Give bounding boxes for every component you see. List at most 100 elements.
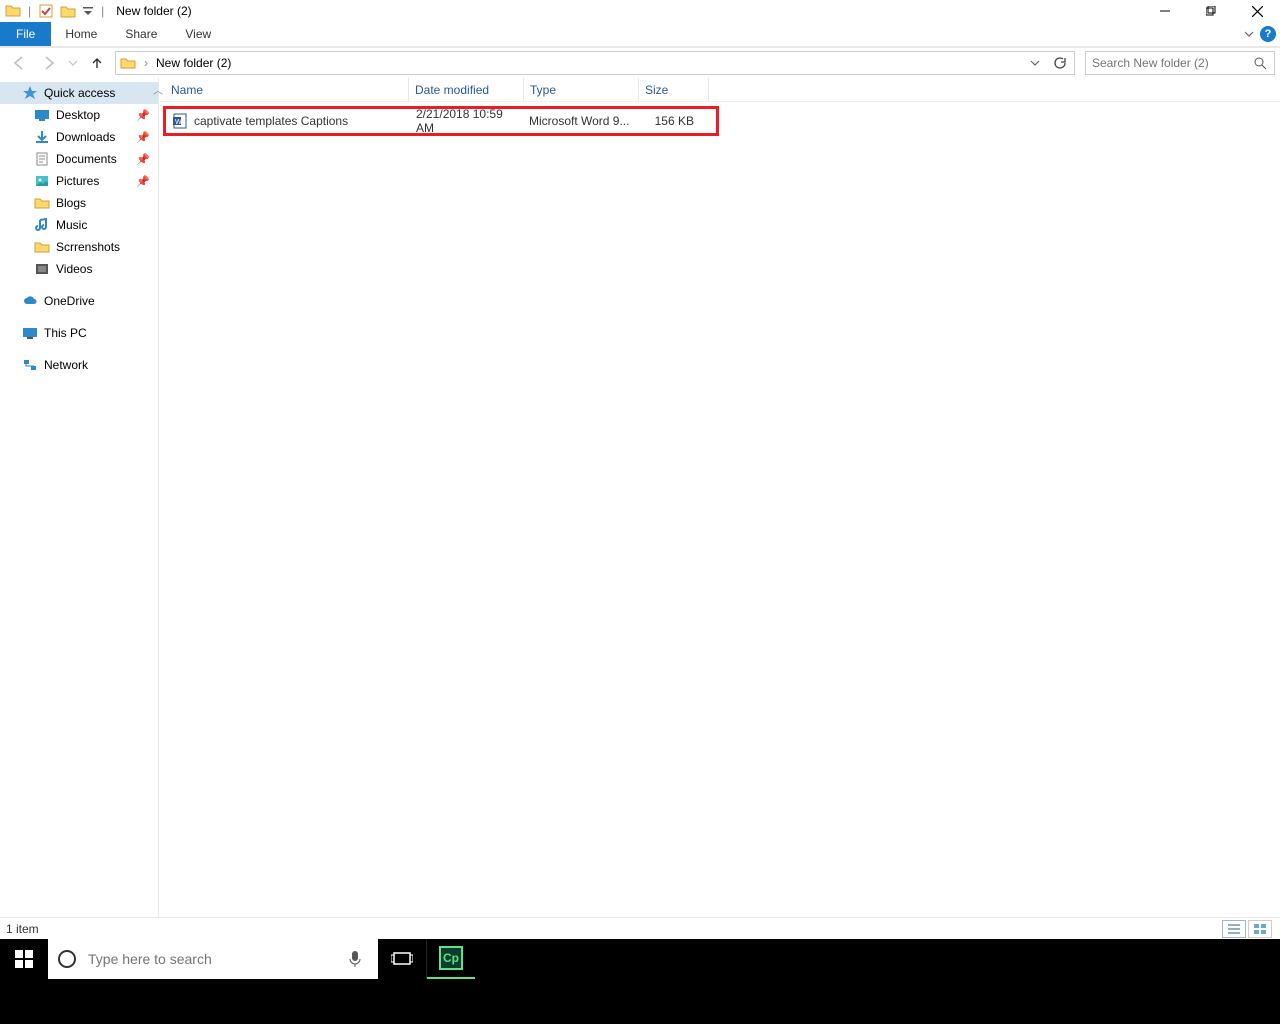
- quick-access-toolbar: | |: [0, 0, 108, 21]
- desktop-icon: [34, 107, 50, 123]
- column-size[interactable]: Size: [639, 78, 709, 101]
- ribbon: File Home Share View ?: [0, 22, 1280, 46]
- column-headers: Name Date modified Type Size: [159, 78, 1280, 102]
- help-icon[interactable]: ?: [1260, 26, 1276, 42]
- breadcrumb-current[interactable]: New folder (2): [152, 56, 235, 70]
- taskbar-app-captivate[interactable]: Cp: [427, 939, 475, 979]
- navigation-pane: ︿ Quick access Desktop 📌 Downloads 📌 Doc…: [0, 78, 159, 917]
- minimize-button[interactable]: [1142, 0, 1188, 22]
- share-tab[interactable]: Share: [111, 22, 171, 46]
- sidebar-item-label: Desktop: [56, 108, 136, 122]
- sidebar-item-downloads[interactable]: Downloads 📌: [0, 126, 158, 148]
- qat-customize-icon[interactable]: [81, 2, 95, 20]
- file-tab[interactable]: File: [0, 22, 51, 46]
- captivate-icon: Cp: [439, 946, 463, 970]
- folder-icon: [34, 239, 50, 255]
- sidebar-item-pictures[interactable]: Pictures 📌: [0, 170, 158, 192]
- sidebar-quick-access[interactable]: Quick access: [0, 82, 158, 104]
- network-icon: [22, 357, 38, 373]
- back-button[interactable]: [5, 50, 33, 76]
- sidebar-item-label: Music: [56, 218, 158, 232]
- documents-icon: [34, 151, 50, 167]
- sidebar-item-label: OneDrive: [44, 294, 158, 308]
- sidebar-item-desktop[interactable]: Desktop 📌: [0, 104, 158, 126]
- taskbar-search-input[interactable]: [86, 950, 348, 968]
- new-folder-qat-icon[interactable]: [59, 2, 77, 20]
- pin-icon: 📌: [136, 131, 150, 144]
- navigation-bar: › New folder (2): [0, 48, 1280, 78]
- chevron-right-icon[interactable]: ›: [140, 56, 152, 70]
- search-input[interactable]: [1086, 56, 1253, 70]
- folder-icon: [34, 195, 50, 211]
- sidebar-item-documents[interactable]: Documents 📌: [0, 148, 158, 170]
- column-type[interactable]: Type: [524, 78, 639, 101]
- folder-icon: [120, 55, 136, 71]
- search-icon[interactable]: [1253, 56, 1274, 70]
- sidebar-onedrive[interactable]: OneDrive: [0, 290, 158, 312]
- refresh-button[interactable]: [1052, 56, 1074, 70]
- sidebar-item-label: Videos: [56, 262, 158, 276]
- folder-icon: [4, 2, 22, 20]
- file-type: Microsoft Word 9...: [523, 114, 636, 128]
- file-list-area: Name Date modified Type Size W captivate…: [159, 78, 1280, 917]
- collapse-nav-icon[interactable]: ︿: [148, 82, 168, 97]
- sidebar-item-label: Blogs: [56, 196, 158, 210]
- sidebar-this-pc[interactable]: This PC: [0, 322, 158, 344]
- expand-ribbon-icon[interactable]: [1240, 29, 1258, 39]
- up-button[interactable]: [83, 50, 111, 76]
- sidebar-item-videos[interactable]: Videos: [0, 258, 158, 280]
- pin-icon: 📌: [136, 109, 150, 122]
- sidebar-item-blogs[interactable]: Blogs: [0, 192, 158, 214]
- video-icon: [34, 261, 50, 277]
- sidebar-item-label: Scrrenshots: [56, 240, 158, 254]
- window-title: New folder (2): [116, 4, 191, 18]
- separator: |: [24, 4, 35, 18]
- forward-button[interactable]: [35, 50, 63, 76]
- sidebar-network[interactable]: Network: [0, 354, 158, 376]
- file-date: 2/21/2018 10:59 AM: [410, 107, 523, 135]
- sidebar-item-label: Downloads: [56, 130, 136, 144]
- sidebar-item-label: Documents: [56, 152, 136, 166]
- column-name[interactable]: Name: [159, 78, 409, 101]
- sidebar-item-label: Pictures: [56, 174, 136, 188]
- home-tab[interactable]: Home: [51, 22, 111, 46]
- close-button[interactable]: [1234, 0, 1280, 22]
- item-count: 1 item: [6, 922, 39, 936]
- start-button[interactable]: [0, 939, 48, 979]
- file-name: captivate templates Captions: [194, 114, 348, 128]
- large-icons-view-button[interactable]: [1248, 920, 1272, 938]
- pin-icon: 📌: [136, 175, 150, 188]
- taskbar-search[interactable]: [48, 939, 378, 979]
- history-dropdown-button[interactable]: [1030, 58, 1052, 68]
- sidebar-item-label: Network: [44, 358, 158, 372]
- properties-icon[interactable]: [37, 2, 55, 20]
- view-tab[interactable]: View: [171, 22, 225, 46]
- column-date[interactable]: Date modified: [409, 78, 524, 101]
- sidebar-item-screenshots[interactable]: Scrrenshots: [0, 236, 158, 258]
- sidebar-item-label: Quick access: [44, 86, 158, 100]
- file-size: 156 KB: [636, 114, 700, 128]
- title-bar: | | New folder (2): [0, 0, 1280, 22]
- svg-text:W: W: [175, 119, 182, 126]
- annotation-highlight: W captivate templates Captions 2/21/2018…: [163, 106, 719, 136]
- star-icon: [22, 85, 38, 101]
- music-icon: [34, 217, 50, 233]
- task-view-button[interactable]: [378, 939, 426, 979]
- cloud-icon: [22, 293, 38, 309]
- address-bar[interactable]: › New folder (2): [115, 51, 1075, 75]
- word-doc-icon: W: [172, 113, 188, 129]
- maximize-button[interactable]: [1188, 0, 1234, 22]
- pictures-icon: [34, 173, 50, 189]
- sidebar-item-music[interactable]: Music: [0, 214, 158, 236]
- download-icon: [34, 129, 50, 145]
- taskbar: Cp: [0, 939, 1280, 1024]
- mic-icon[interactable]: [348, 950, 378, 968]
- recent-locations-button[interactable]: [65, 50, 81, 76]
- search-box[interactable]: [1085, 51, 1275, 75]
- status-bar: 1 item: [0, 917, 1280, 939]
- pin-icon: 📌: [136, 153, 150, 166]
- separator: |: [97, 4, 108, 18]
- file-row[interactable]: W captivate templates Captions 2/21/2018…: [166, 109, 716, 133]
- pc-icon: [22, 325, 38, 341]
- details-view-button[interactable]: [1222, 920, 1246, 938]
